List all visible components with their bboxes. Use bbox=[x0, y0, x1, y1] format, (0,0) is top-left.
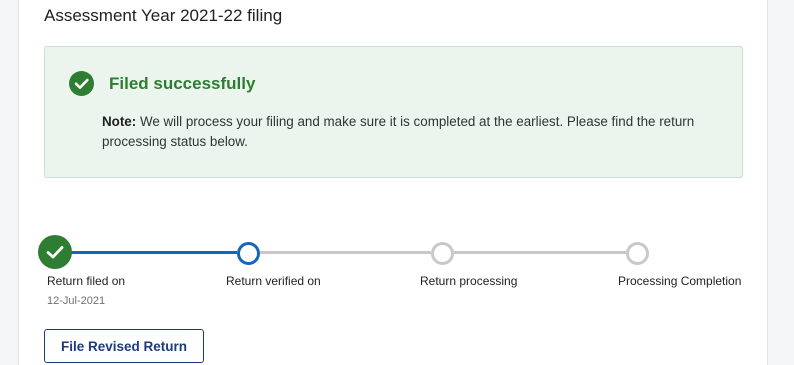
note-label: Note: bbox=[102, 114, 137, 129]
file-revised-return-button[interactable]: File Revised Return bbox=[44, 329, 204, 363]
step-pending-indicator bbox=[431, 242, 454, 265]
step-completed-check-icon bbox=[38, 235, 72, 269]
stepper-track-completed bbox=[69, 251, 237, 254]
progress-stepper: Return filed on 12-Jul-2021 Return verif… bbox=[19, 234, 767, 314]
step-label-return-verified: Return verified on bbox=[226, 274, 321, 288]
step-current-indicator bbox=[237, 242, 260, 265]
note-body: We will process your filing and make sur… bbox=[102, 114, 695, 149]
filing-card: Assessment Year 2021-22 filing Filed suc… bbox=[18, 0, 768, 365]
success-title: Filed successfully bbox=[109, 74, 256, 93]
step-pending-indicator bbox=[626, 242, 649, 265]
check-circle-icon bbox=[69, 71, 94, 96]
step-label-processing-completion: Processing Completion bbox=[618, 274, 742, 288]
note-text: Note: We will process your filing and ma… bbox=[102, 112, 732, 152]
step-date-return-filed: 12-Jul-2021 bbox=[47, 295, 106, 307]
step-label-return-filed: Return filed on bbox=[47, 274, 126, 288]
success-banner: Filed successfully Note: We will process… bbox=[44, 46, 743, 178]
stepper-track-pending bbox=[454, 251, 626, 254]
stepper-track-pending bbox=[260, 251, 431, 254]
step-label-return-processing: Return processing bbox=[420, 274, 518, 288]
page-title: Assessment Year 2021-22 filing bbox=[44, 6, 283, 25]
